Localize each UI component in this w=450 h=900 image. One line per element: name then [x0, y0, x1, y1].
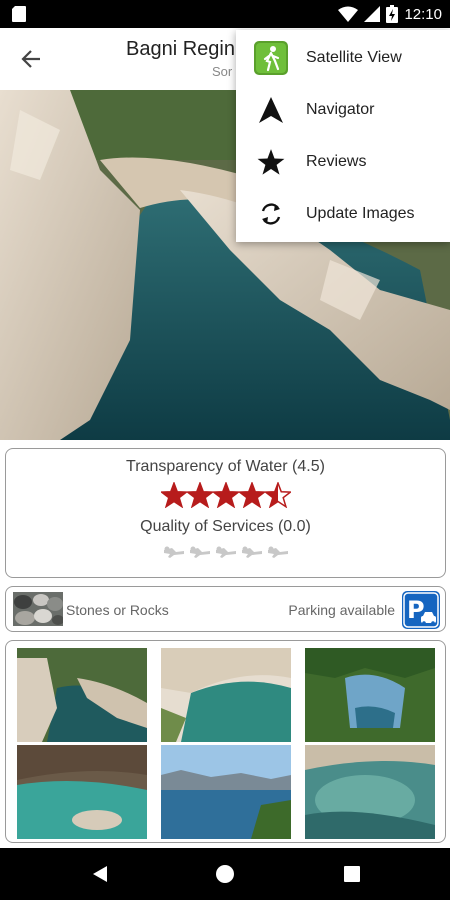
beach-info-card: Stones or Rocks Parking available P [5, 586, 446, 632]
service-rating-icon [266, 544, 290, 560]
menu-item-satellite-view[interactable]: Satellite View [236, 32, 450, 84]
square-recents-icon [344, 866, 360, 882]
rating-star-icon [264, 482, 291, 508]
menu-item-update-images[interactable]: Update Images [236, 188, 450, 240]
nav-back-button[interactable] [86, 860, 114, 888]
menu-label-update-images: Update Images [306, 205, 415, 222]
signal-icon [364, 6, 381, 22]
services-quality-label: Quality of Services (0.0) [140, 518, 311, 535]
sd-card-icon [12, 6, 26, 22]
overflow-menu: Satellite View Navigator Reviews Update … [236, 30, 450, 242]
rating-star-icon [212, 482, 239, 508]
star-icon [254, 145, 288, 179]
gallery-thumb[interactable] [17, 745, 147, 839]
gallery-thumb[interactable] [161, 745, 291, 839]
gallery-thumb[interactable] [17, 648, 147, 742]
status-bar: 12:10 [0, 0, 450, 28]
water-transparency-label: Transparency of Water (4.5) [126, 458, 325, 475]
rating-star-icon [160, 482, 187, 508]
menu-label-navigator: Navigator [306, 101, 375, 118]
nav-recents-button[interactable] [338, 860, 366, 888]
parking-car-icon: P [402, 591, 440, 629]
navigation-arrow-icon [254, 93, 288, 127]
menu-item-reviews[interactable]: Reviews [236, 136, 450, 188]
battery-charging-icon [386, 5, 399, 23]
arrow-back-icon [21, 50, 40, 68]
water-rating-stars [6, 482, 445, 508]
refresh-icon [254, 197, 288, 231]
service-rating-icon [162, 544, 186, 560]
rating-star-icon [186, 482, 213, 508]
gallery-thumb[interactable] [161, 648, 291, 742]
status-time: 12:10 [404, 5, 442, 23]
menu-label-reviews: Reviews [306, 153, 367, 170]
gallery-thumb[interactable] [305, 648, 435, 742]
system-nav-bar [0, 848, 450, 900]
hiker-icon [254, 41, 288, 75]
service-rating-icon [188, 544, 212, 560]
beach-type-label: Stones or Rocks [66, 602, 169, 618]
parking-label: Parking available [288, 602, 395, 618]
page-title: Bagni Regin [126, 38, 235, 60]
gallery-thumb[interactable] [305, 745, 435, 839]
service-rating-icon [214, 544, 238, 560]
service-rating-icon [240, 544, 264, 560]
stones-image [13, 592, 63, 626]
services-rating-icons [6, 544, 445, 560]
circle-home-icon [216, 865, 234, 883]
wifi-icon [338, 6, 359, 22]
menu-item-navigator[interactable]: Navigator [236, 84, 450, 136]
nav-home-button[interactable] [211, 860, 239, 888]
back-button[interactable] [14, 42, 48, 76]
triangle-back-icon [93, 866, 107, 882]
rating-star-icon [238, 482, 265, 508]
page-subtitle: Sor [212, 64, 233, 79]
photo-gallery [5, 640, 446, 843]
menu-label-satellite-view: Satellite View [306, 49, 402, 66]
ratings-card: Transparency of Water (4.5) Quality of S… [5, 448, 446, 578]
